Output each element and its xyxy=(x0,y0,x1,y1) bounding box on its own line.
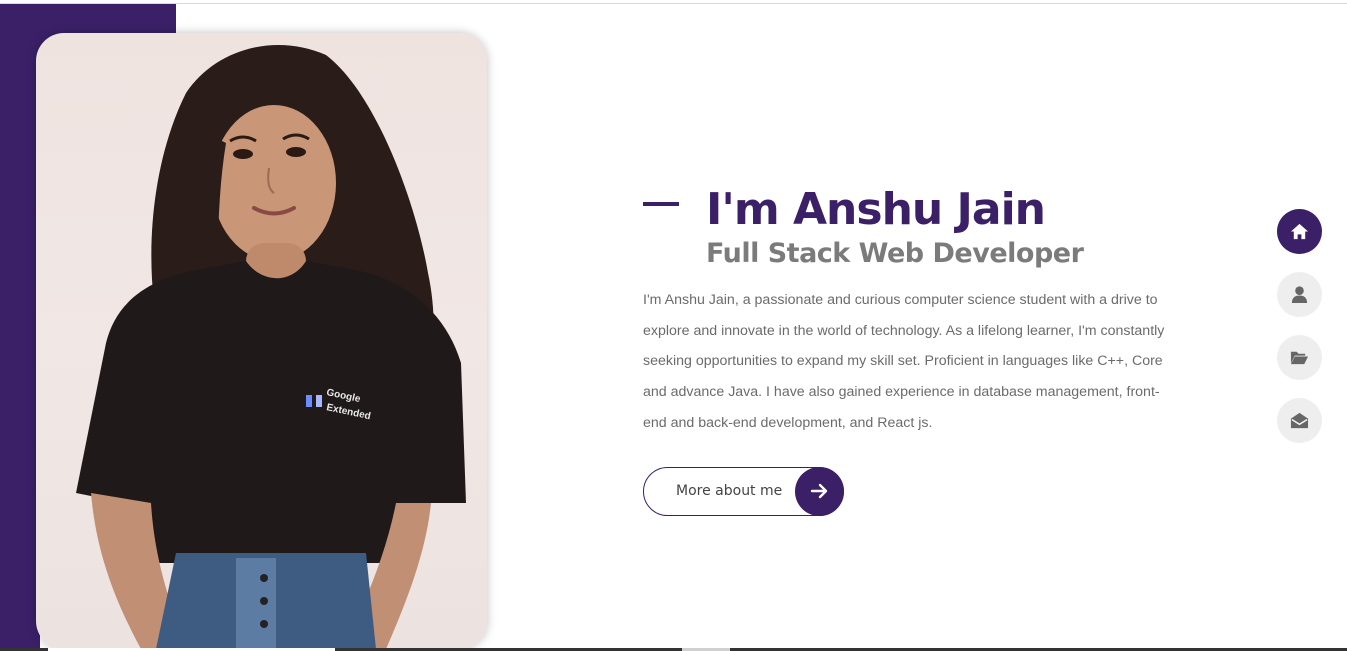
bio-paragraph: I'm Anshu Jain, a passionate and curious… xyxy=(643,292,1165,431)
folder-open-icon xyxy=(1290,351,1309,365)
nav-about-button[interactable] xyxy=(1277,272,1322,317)
more-about-me-label: More about me xyxy=(676,483,783,499)
nav-contact-button[interactable] xyxy=(1277,398,1322,443)
profile-photo: Google Extended xyxy=(36,33,487,649)
profile-photo-illustration: Google Extended xyxy=(76,44,466,649)
home-icon xyxy=(1290,223,1309,240)
nav-portfolio-button[interactable] xyxy=(1277,335,1322,380)
home-page: Google Extended I'm Anshu Jain Full Stac… xyxy=(0,0,1347,651)
more-about-me-button[interactable]: More about me xyxy=(643,467,844,516)
job-title: Full Stack Web Developer xyxy=(706,238,1084,269)
purple-backdrop-edge xyxy=(0,4,40,648)
top-divider xyxy=(0,3,1347,4)
arrow-right-icon xyxy=(795,467,844,516)
title-accent-dash xyxy=(643,202,679,206)
envelope-open-icon xyxy=(1290,412,1309,429)
page-title: I'm Anshu Jain xyxy=(706,184,1046,235)
user-icon xyxy=(1291,286,1308,304)
nav-home-button[interactable] xyxy=(1277,209,1322,254)
